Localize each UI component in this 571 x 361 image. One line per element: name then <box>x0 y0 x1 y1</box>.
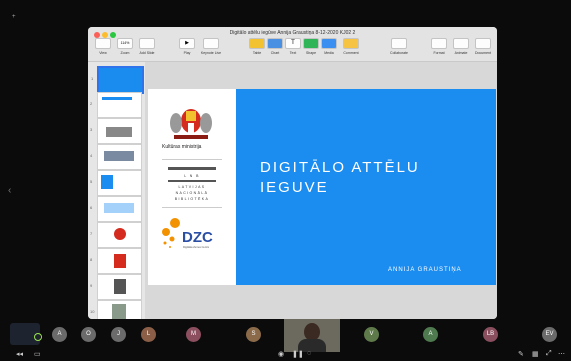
slide-thumbnail[interactable]: 8 <box>90 248 142 274</box>
slide-thumbnail[interactable]: 2 <box>90 92 142 118</box>
keynote-live-icon <box>203 38 219 49</box>
avatar[interactable]: S <box>246 327 261 342</box>
coat-of-arms-icon <box>170 109 212 139</box>
comment-button[interactable]: Comment <box>340 38 362 55</box>
pause-icon[interactable]: ❚❚ <box>292 350 304 358</box>
lnb-line2: NACIONĀLĀ <box>175 191 209 195</box>
document-button[interactable]: Document <box>472 38 494 55</box>
window-title: Digitālo attēlu iegūve Annija Graustiņa … <box>229 30 356 36</box>
animate-icon <box>453 38 469 49</box>
slide-thumbnail[interactable]: 9 <box>90 274 142 300</box>
screen-icon[interactable]: ▭ <box>34 350 41 358</box>
layout-icon[interactable]: ▦ <box>532 350 539 358</box>
text-icon: T <box>285 38 301 49</box>
avatar[interactable]: M <box>186 327 201 342</box>
settings-icon[interactable]: ◌ <box>307 350 311 357</box>
media-button[interactable]: Media <box>318 38 340 55</box>
slide-thumbnail[interactable]: 4 <box>90 144 142 170</box>
keynote-live-button[interactable]: Keynote Live <box>200 38 222 55</box>
slide-author: ANNIJA GRAUSTIŅA <box>388 267 462 273</box>
lnb-line1: LATVIJAS <box>178 185 206 189</box>
ministry-label: Kultūras ministrija <box>162 144 202 150</box>
avatar[interactable]: L <box>141 327 156 342</box>
title-bar: Digitālo attēlu iegūve Annija Graustiņa … <box>88 27 497 62</box>
comment-icon <box>343 38 359 49</box>
chart-icon <box>267 38 283 49</box>
video-tile[interactable] <box>284 319 340 352</box>
shape-icon <box>303 38 319 49</box>
avatar[interactable]: EV <box>542 327 557 342</box>
slide-thumbnail[interactable]: 1 <box>91 66 144 94</box>
slide-thumbnail[interactable]: 7 <box>90 222 142 248</box>
collaborate-icon <box>391 38 407 49</box>
slide-navigator[interactable]: 1 2 3 4 5 6 7 8 9 10 <box>88 62 146 319</box>
slide-thumbnail[interactable]: 5 <box>90 170 142 196</box>
slide-title-line2: IEGUVE <box>260 179 329 196</box>
divider <box>162 159 222 160</box>
zoom-button[interactable]: 114% Zoom <box>114 38 136 55</box>
fullscreen-icon[interactable]: ⤢ <box>546 350 552 358</box>
play-button[interactable]: ▶ Play <box>176 38 198 55</box>
play-icon: ▶ <box>179 38 195 49</box>
previous-arrow-icon[interactable]: ‹ <box>8 185 11 196</box>
lnb-line3: BIBLIOTĒKA <box>174 197 210 201</box>
lnb-bar <box>168 180 216 182</box>
lnb-bar <box>168 167 216 170</box>
slide-canvas: Kultūras ministrija L N B LATVIJAS NACIO… <box>145 62 497 319</box>
dzc-subtitle: Digitālās Zemes Centrs <box>183 246 209 249</box>
mic-icon[interactable]: ◉ <box>278 350 284 358</box>
slide-title: DIGITĀLO ATTĒLU IEGUVE <box>260 158 460 198</box>
add-slide-button[interactable]: Add Slide <box>136 38 158 55</box>
participant-strip: A O J L M S V A LB EV ◂◂ ▭ ◉ ❚❚ ◌ ✎ ▦ ⤢ … <box>0 319 571 361</box>
more-icon[interactable]: ⋯ <box>558 350 565 358</box>
collaborate-button[interactable]: Collaborate <box>388 38 410 55</box>
pen-icon[interactable]: ✎ <box>518 350 524 358</box>
audio-level-icon <box>34 333 42 341</box>
slide-thumbnail[interactable]: 10 <box>90 300 142 319</box>
audio-mute-icon[interactable]: ◂◂ <box>16 350 23 358</box>
avatar: A <box>52 327 67 342</box>
current-slide[interactable]: Kultūras ministrija L N B LATVIJAS NACIO… <box>148 89 496 285</box>
avatar[interactable]: O <box>81 327 96 342</box>
slide-thumbnail[interactable]: 3 <box>90 118 142 144</box>
menu-icon[interactable]: + <box>12 14 17 20</box>
keynote-window: Digitālo attēlu iegūve Annija Graustiņa … <box>88 27 497 319</box>
view-icon <box>95 38 111 49</box>
zoom-value: 114% <box>117 38 133 49</box>
avatar[interactable]: LB <box>483 327 498 342</box>
lnb-letters: L N B <box>184 174 200 178</box>
divider <box>162 207 222 208</box>
animate-button[interactable]: Animate <box>450 38 472 55</box>
document-icon <box>475 38 491 49</box>
logo-panel: Kultūras ministrija L N B LATVIJAS NACIO… <box>148 89 236 285</box>
table-icon <box>249 38 265 49</box>
format-button[interactable]: Format <box>428 38 450 55</box>
slide-thumbnail[interactable]: 6 <box>90 196 142 222</box>
dzc-logo: DZC <box>182 229 213 246</box>
view-button[interactable]: View <box>92 38 114 55</box>
format-icon <box>431 38 447 49</box>
media-icon <box>321 38 337 49</box>
add-slide-icon <box>139 38 155 49</box>
dzc-dots-icon <box>162 218 180 248</box>
avatar[interactable]: V <box>364 327 379 342</box>
avatar[interactable]: J <box>111 327 126 342</box>
slide-title-line1: DIGITĀLO ATTĒLU <box>260 159 420 176</box>
avatar[interactable]: A <box>423 327 438 342</box>
